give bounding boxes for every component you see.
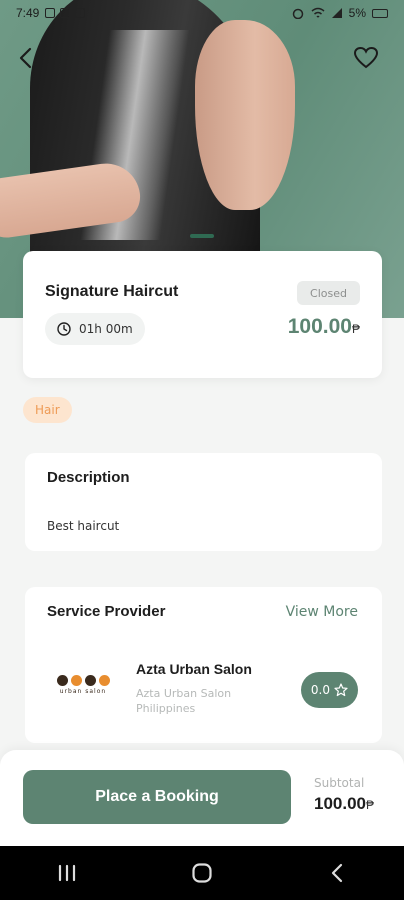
chevron-left-icon — [19, 47, 32, 69]
description-heading: Description — [47, 469, 130, 486]
provider-logo-text: urban salon — [59, 688, 107, 695]
service-summary-card: Signature Haircut Closed 01h 00m 100.00₱ — [23, 251, 382, 378]
provider-logo: urban salon — [51, 675, 115, 699]
recent-apps-icon — [59, 864, 76, 882]
service-provider-card: Service Provider View More urban salon A… — [25, 587, 382, 743]
service-price: 100.00₱ — [288, 315, 360, 339]
view-more-link[interactable]: View More — [286, 604, 358, 620]
wifi-icon — [311, 7, 325, 18]
notification-icon — [60, 8, 71, 18]
status-time: 7:49 — [16, 6, 40, 20]
description-text: Best haircut — [47, 519, 120, 533]
notification-icon — [75, 8, 86, 18]
image-pager-indicator — [190, 234, 214, 238]
battery-percent: 5% — [348, 6, 366, 20]
duration-text: 01h 00m — [79, 322, 133, 336]
price-value: 100.00 — [287, 315, 352, 338]
rating-value: 0.0 — [310, 683, 330, 697]
star-icon — [334, 683, 348, 697]
back-arrow-icon — [331, 863, 342, 883]
home-icon — [192, 863, 212, 883]
description-card: Description Best haircut — [25, 453, 382, 551]
provider-name[interactable]: Azta Urban Salon — [136, 661, 252, 677]
subtotal-amount: 100.00 — [314, 794, 366, 813]
system-back-button[interactable] — [317, 853, 357, 893]
category-tag: Hair — [23, 397, 72, 423]
provider-heading: Service Provider — [47, 603, 166, 620]
booking-bar: Place a Booking Subtotal 100.00₱ — [0, 750, 404, 846]
alarm-icon — [292, 8, 303, 19]
provider-rating-button[interactable]: 0.0 — [300, 672, 358, 708]
battery-icon — [372, 8, 388, 18]
system-navigation-bar — [0, 846, 404, 900]
notification-icon — [45, 8, 56, 18]
service-title: Signature Haircut — [45, 283, 179, 300]
home-button[interactable] — [182, 853, 222, 893]
provider-address: Azta Urban Salon Philippines — [136, 687, 232, 715]
clock-icon — [57, 322, 71, 336]
hero-face — [195, 20, 295, 210]
signal-icon — [331, 8, 342, 18]
recent-apps-button[interactable] — [47, 853, 87, 893]
notification-icons — [45, 8, 86, 18]
duration-pill: 01h 00m — [45, 313, 145, 345]
currency-symbol: ₱ — [351, 322, 360, 336]
status-badge: Closed — [297, 281, 360, 305]
status-bar: 7:49 5% — [0, 0, 404, 26]
back-button[interactable] — [8, 40, 44, 76]
favorite-button[interactable] — [348, 40, 384, 76]
subtotal-value: 100.00₱ — [314, 794, 374, 814]
place-booking-button[interactable]: Place a Booking — [23, 770, 291, 824]
subtotal-label: Subtotal — [314, 776, 365, 790]
heart-icon — [353, 46, 379, 69]
subtotal-currency: ₱ — [366, 798, 375, 812]
